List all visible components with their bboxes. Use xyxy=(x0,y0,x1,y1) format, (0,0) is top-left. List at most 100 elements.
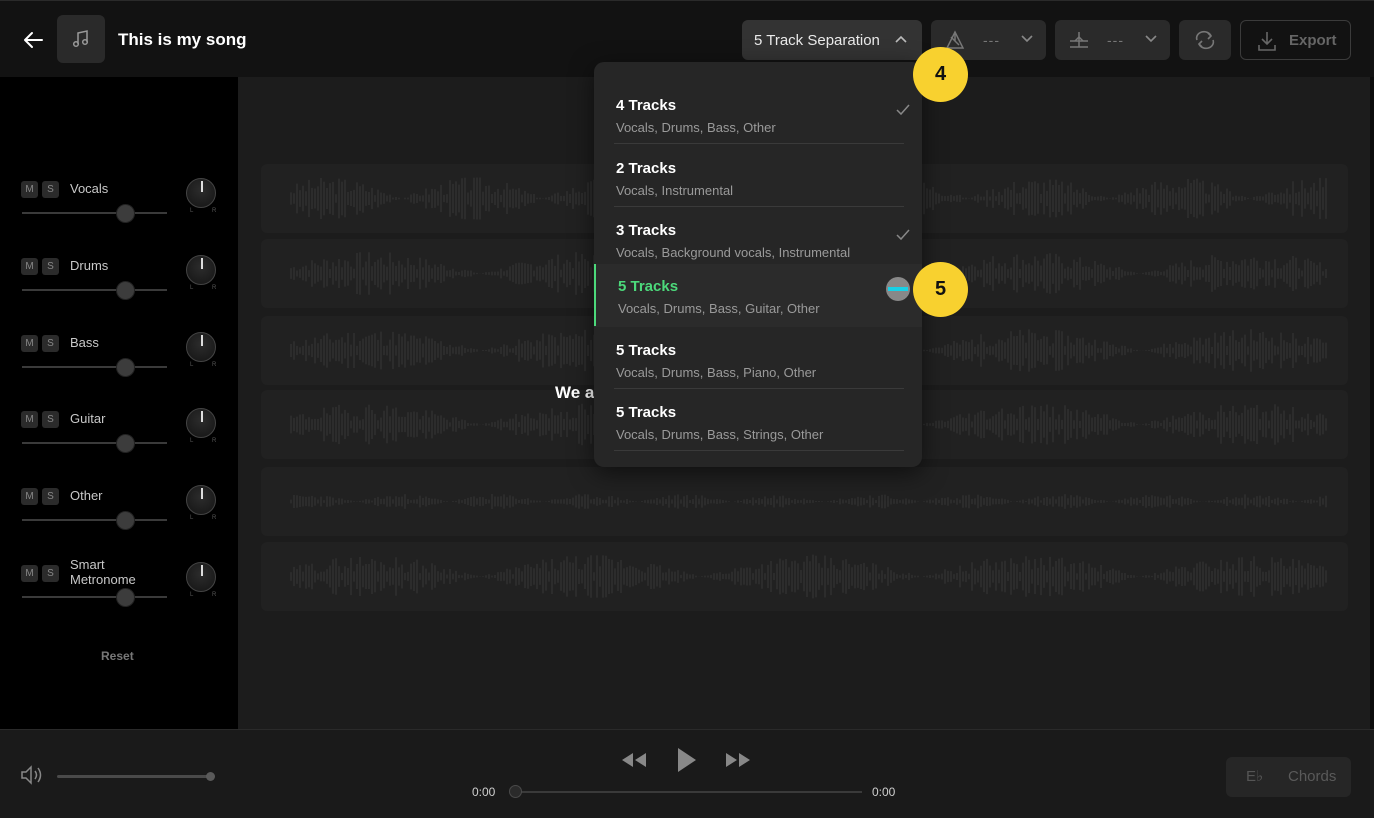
menu-option-3-tracks[interactable]: 3 Tracks Vocals, Background vocals, Inst… xyxy=(594,207,922,269)
option-title: 2 Tracks xyxy=(616,160,677,177)
mute-button[interactable]: M xyxy=(21,565,38,582)
solo-button[interactable]: S xyxy=(42,181,59,198)
pan-knob[interactable] xyxy=(186,178,216,208)
rewind-icon[interactable] xyxy=(620,750,648,770)
loop-icon xyxy=(1195,30,1215,50)
pan-knob[interactable] xyxy=(186,332,216,362)
separation-menu: 4 Tracks Vocals, Drums, Bass, Other 2 Tr… xyxy=(594,62,922,467)
pan-right-label: R xyxy=(212,208,217,214)
track-name: Drums xyxy=(70,258,109,273)
chords-label: Chords xyxy=(1288,768,1337,785)
option-title: 4 Tracks xyxy=(616,97,677,114)
app-window: This is my song 5 Track Separation --- -… xyxy=(0,0,1374,818)
mixer-row-other: M S Other L R xyxy=(0,485,238,548)
master-volume-slider[interactable] xyxy=(57,775,213,778)
back-button[interactable] xyxy=(18,25,48,55)
tempo-dropdown[interactable]: --- xyxy=(1055,20,1170,60)
mute-button[interactable]: M xyxy=(21,335,38,352)
download-icon xyxy=(1258,32,1276,51)
divider xyxy=(614,143,904,144)
track-separation-dropdown[interactable]: 5 Track Separation xyxy=(742,20,922,60)
pitch-value: --- xyxy=(983,32,1000,48)
pan-left-label: L xyxy=(190,208,194,214)
volume-fader-track xyxy=(22,519,167,521)
play-icon[interactable] xyxy=(674,746,698,774)
menu-option-5-tracks-guitar[interactable]: 5 Tracks Vocals, Drums, Bass, Guitar, Ot… xyxy=(594,264,922,327)
fast-forward-icon[interactable] xyxy=(724,750,752,770)
volume-icon[interactable] xyxy=(20,765,46,785)
pan-knob[interactable] xyxy=(186,562,216,592)
solo-button[interactable]: S xyxy=(42,335,59,352)
mute-button[interactable]: M xyxy=(21,258,38,275)
pan-knob[interactable] xyxy=(186,408,216,438)
current-time: 0:00 xyxy=(472,785,496,799)
volume-fader-handle[interactable] xyxy=(116,204,135,223)
export-label: Export xyxy=(1289,32,1337,49)
volume-fader-track xyxy=(22,366,167,368)
option-subtitle: Vocals, Drums, Bass, Piano, Other xyxy=(616,365,817,380)
solo-button[interactable]: S xyxy=(42,488,59,505)
chords-button[interactable]: E♭ Chords xyxy=(1226,757,1351,797)
menu-option-5-tracks-strings[interactable]: 5 Tracks Vocals, Drums, Bass, Strings, O… xyxy=(594,389,922,451)
mixer-row-smart-metronome: M S Smart Metronome L R xyxy=(0,557,238,625)
option-subtitle: Vocals, Drums, Bass, Guitar, Other xyxy=(618,301,820,316)
seek-handle[interactable] xyxy=(509,785,522,798)
waveform xyxy=(290,554,1327,599)
menu-option-4-tracks[interactable]: 4 Tracks Vocals, Drums, Bass, Other xyxy=(594,82,922,144)
menu-option-5-tracks-piano[interactable]: 5 Tracks Vocals, Drums, Bass, Piano, Oth… xyxy=(594,327,922,389)
track-name: Other xyxy=(70,488,103,503)
volume-fader-handle[interactable] xyxy=(116,281,135,300)
pan-knob[interactable] xyxy=(186,255,216,285)
song-title: This is my song xyxy=(118,30,247,49)
pan-right-label: R xyxy=(212,362,217,368)
volume-fader-handle[interactable] xyxy=(116,511,135,530)
divider xyxy=(614,450,904,451)
pan-right-label: R xyxy=(212,592,217,598)
track-name: Vocals xyxy=(70,181,109,196)
pan-left-label: L xyxy=(190,515,194,521)
mixer-row-bass: M S Bass L R xyxy=(0,332,238,395)
menu-option-2-tracks[interactable]: 2 Tracks Vocals, Instrumental xyxy=(594,145,922,207)
mixer-row-guitar: M S Guitar L R xyxy=(0,408,238,471)
chord-key-icon: E♭ xyxy=(1246,768,1264,785)
volume-fader-handle[interactable] xyxy=(116,358,135,377)
option-title: 3 Tracks xyxy=(616,222,677,239)
solo-button[interactable]: S xyxy=(42,411,59,428)
mute-button[interactable]: M xyxy=(21,181,38,198)
solo-button[interactable]: S xyxy=(42,258,59,275)
pan-left-label: L xyxy=(190,438,194,444)
pan-knob[interactable] xyxy=(186,485,216,515)
solo-button[interactable]: S xyxy=(42,565,59,582)
volume-fader-handle[interactable] xyxy=(116,588,135,607)
processing-status-text: We a xyxy=(555,383,595,402)
chevron-up-icon xyxy=(895,35,907,43)
loop-button[interactable] xyxy=(1179,20,1231,60)
waveform-lane-other[interactable] xyxy=(261,467,1348,536)
mixer-row-vocals: M S Vocals L R xyxy=(0,178,238,241)
volume-fader-handle[interactable] xyxy=(116,434,135,453)
option-title: 5 Tracks xyxy=(618,278,679,295)
pan-left-label: L xyxy=(190,285,194,291)
checkmark-icon xyxy=(896,229,910,241)
master-volume-handle[interactable] xyxy=(206,772,215,781)
option-title: 5 Tracks xyxy=(616,404,677,421)
option-subtitle: Vocals, Drums, Bass, Strings, Other xyxy=(616,427,824,442)
mute-button[interactable]: M xyxy=(21,488,38,505)
reset-button[interactable]: Reset xyxy=(101,649,134,663)
chevron-down-icon xyxy=(1021,35,1033,43)
seek-bar[interactable] xyxy=(513,791,862,793)
separation-label: 5 Track Separation xyxy=(754,31,880,49)
mixer-panel: M S Vocals L R M S Drums L R M S Bass L xyxy=(0,77,238,729)
music-note-icon xyxy=(72,30,89,48)
export-button[interactable]: Export xyxy=(1240,20,1351,60)
option-subtitle: Vocals, Background vocals, Instrumental xyxy=(616,245,851,260)
track-name: Guitar xyxy=(70,411,106,426)
tempo-value: --- xyxy=(1107,32,1124,48)
pan-right-label: R xyxy=(212,285,217,291)
waveform-lane-metronome[interactable] xyxy=(261,542,1348,611)
transport-bar: 0:00 0:00 E♭ Chords xyxy=(0,729,1374,818)
mute-button[interactable]: M xyxy=(21,411,38,428)
volume-fader-track xyxy=(22,289,167,291)
arrow-left-icon xyxy=(24,32,43,48)
pan-left-label: L xyxy=(190,592,194,598)
